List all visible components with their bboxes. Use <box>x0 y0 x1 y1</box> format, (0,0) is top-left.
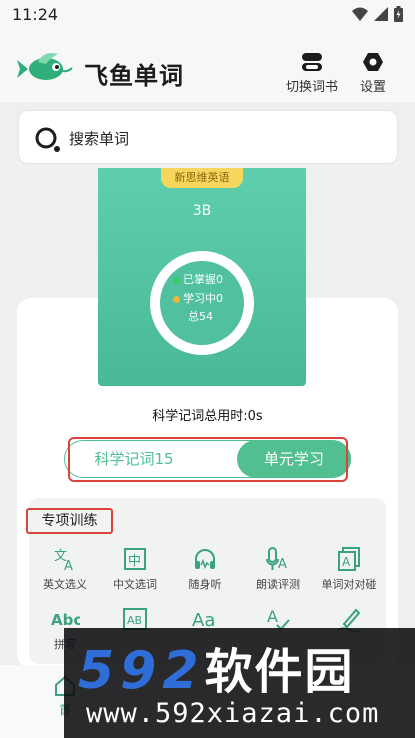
zhong-card-icon: 中 <box>124 548 146 570</box>
svg-text:中: 中 <box>128 554 141 569</box>
learning-stat: 学习中0 <box>173 290 223 306</box>
tile-english-meaning[interactable]: 文A 英文选义 <box>30 544 100 592</box>
battery-icon <box>394 6 403 22</box>
settings-button[interactable]: 设置 <box>360 52 386 95</box>
search-bar[interactable]: 搜索单词 <box>18 110 398 164</box>
mastered-dot-icon <box>173 276 180 284</box>
svg-text:A: A <box>278 557 287 572</box>
watermark-url: www.592xiazai.com <box>86 698 380 729</box>
tile-listen[interactable]: 随身听 <box>170 544 240 592</box>
headphones-icon <box>195 549 215 569</box>
flying-fish-logo-icon <box>17 53 73 80</box>
tile-word-match[interactable]: A 单词对对碰 <box>314 544 384 592</box>
status-bar: 11:24 <box>0 0 415 30</box>
switch-book-icon <box>302 53 322 71</box>
search-icon <box>35 127 60 152</box>
total-stat: 总54 <box>188 310 213 323</box>
svg-text:A: A <box>64 559 73 572</box>
search-placeholder: 搜索单词 <box>69 130 130 148</box>
current-book[interactable]: 新思维英语 3B 已掌握0 学习中0 总54 <box>98 168 306 386</box>
svg-text:Abc: Abc <box>51 611 80 629</box>
read-aloud-icon: A <box>266 547 287 572</box>
svg-text:A: A <box>267 607 278 626</box>
svg-text:AB: AB <box>127 614 142 627</box>
wifi-icon <box>352 7 368 21</box>
status-icons <box>352 6 403 22</box>
watermark-brand: 592软件园 <box>78 641 355 701</box>
study-time-label: 科学记词总用时:0s <box>152 409 263 424</box>
mastered-stat: 已掌握0 <box>173 271 223 287</box>
book-series-tag: 新思维英语 <box>161 168 243 188</box>
status-time: 11:24 <box>12 5 59 24</box>
tile-read-aloud[interactable]: A 朗读评测 <box>243 544 313 592</box>
tile-chinese-word[interactable]: 中 中文选词 <box>100 544 170 592</box>
app-header: 飞鱼单词 切换词书 设置 <box>0 30 415 102</box>
settings-label: 设置 <box>360 80 387 95</box>
special-training-title: 专项训练 <box>26 508 113 534</box>
mode-highlight-frame <box>68 437 348 482</box>
settings-icon <box>363 53 383 71</box>
learning-dot-icon <box>173 295 180 303</box>
translate-icon: 文A <box>54 549 73 572</box>
svg-text:A: A <box>342 555 351 569</box>
signal-icon <box>374 7 388 21</box>
switch-book-label: 切换词书 <box>286 80 339 95</box>
watermark-overlay: 592软件园 www.592xiazai.com <box>64 628 415 738</box>
switch-book-button[interactable]: 切换词书 <box>286 52 338 95</box>
app-title: 飞鱼单词 <box>84 62 184 90</box>
match-cards-icon: A <box>338 547 360 571</box>
book-code: 3B <box>192 203 212 219</box>
